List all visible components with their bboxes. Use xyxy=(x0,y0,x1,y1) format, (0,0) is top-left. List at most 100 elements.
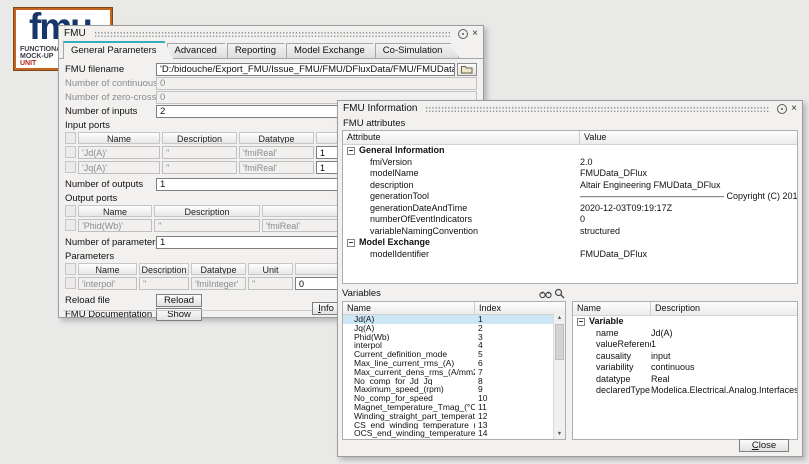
cell: 'Phid(Wb)' xyxy=(78,219,152,232)
variable-index: 2 xyxy=(475,324,565,333)
tree-item-row[interactable]: variabilitycontinuous xyxy=(573,362,797,374)
collapse-icon[interactable] xyxy=(347,239,355,247)
variable-row[interactable]: Winding_straight_part_temperature_(°C)12 xyxy=(343,412,565,421)
variable-row[interactable]: OCS_end_winding_temperature_(°C)14 xyxy=(343,429,565,438)
tree-item-row[interactable]: declaredTypeModelica.Electrical.Analog.I… xyxy=(573,385,797,397)
column-header: Description xyxy=(162,132,237,144)
variable-index: 8 xyxy=(475,377,565,386)
info-button[interactable]: Info xyxy=(312,302,340,315)
info-dialog-titlebar[interactable]: FMU Information × xyxy=(338,101,802,116)
variable-index: 1 xyxy=(475,315,565,324)
tree-group-row[interactable]: Variable xyxy=(573,316,797,328)
browse-button[interactable] xyxy=(457,63,477,76)
fmu-attributes-label: FMU attributes xyxy=(338,116,802,129)
variable-row[interactable]: Jd(A)1 xyxy=(343,315,565,324)
variable-row[interactable]: No_comp_for_Jd_Jq8 xyxy=(343,377,565,386)
group-label: Model Exchange xyxy=(359,237,430,248)
row-header xyxy=(65,219,76,231)
variable-row[interactable]: No_comp_for_speed10 xyxy=(343,394,565,403)
variable-name: No_comp_for_speed xyxy=(343,394,475,403)
item-name: declaredType xyxy=(573,385,651,396)
column-header: Unit xyxy=(248,263,293,275)
variable-index: 4 xyxy=(475,341,565,350)
variable-row[interactable]: Max_current_dens_rms_(A/mm2)7 xyxy=(343,368,565,377)
variable-name: No_comp_for_Jd_Jq xyxy=(343,377,475,386)
variable-name: Rotor_initial_position_(deg) xyxy=(343,438,475,440)
titlebar-drag-dots xyxy=(94,30,450,37)
tab-co-simulation[interactable]: Co-Simulation xyxy=(375,43,460,58)
item-name: generationDateAndTime xyxy=(343,203,580,214)
search-icon[interactable] xyxy=(552,288,566,299)
reload-button[interactable]: Reload xyxy=(156,294,202,307)
variable-name: Current_definition_mode xyxy=(343,350,475,359)
item-value: continuous xyxy=(651,362,797,373)
zero-crossing-label: Number of zero-crossing surfaces. xyxy=(65,92,156,103)
tree-item-row[interactable]: modelNameFMUData_DFlux xyxy=(343,168,797,180)
column-header: Datatype xyxy=(191,263,246,275)
collapse-icon[interactable] xyxy=(577,318,585,326)
tab-model-exchange[interactable]: Model Exchange xyxy=(286,43,382,58)
help-icon[interactable] xyxy=(458,29,468,39)
tree-group-name: Model Exchange xyxy=(343,237,580,248)
scroll-up-icon[interactable]: ▲ xyxy=(554,314,565,323)
vertical-scrollbar[interactable]: ▲ ▼ xyxy=(553,314,565,439)
continuous-states-input: 0 xyxy=(156,77,477,90)
tree-item-row[interactable]: valueReference1 xyxy=(573,339,797,351)
num-outputs-label: Number of outputs xyxy=(65,179,156,190)
filename-input[interactable]: 'D:/bidouche/Export_FMU/Issue_FMU/FMU/DF… xyxy=(156,63,455,76)
variable-row[interactable]: Jq(A)2 xyxy=(343,324,565,333)
variable-name: Jq(A) xyxy=(343,324,475,333)
cell: '' xyxy=(248,277,293,290)
tab-advanced[interactable]: Advanced xyxy=(167,43,234,58)
close-icon[interactable]: × xyxy=(791,104,797,114)
variables-area: Name Index Jd(A)1Jq(A)2Phid(Wb)3interpol… xyxy=(342,301,798,440)
variable-index: 5 xyxy=(475,350,565,359)
tree-item-row[interactable]: nameJd(A) xyxy=(573,328,797,340)
close-icon[interactable]: × xyxy=(472,29,478,39)
variables-list-header: Name Index xyxy=(343,302,565,315)
tab-general-parameters[interactable]: General Parameters xyxy=(63,41,174,59)
cell: 'fmiInteger' xyxy=(191,277,246,290)
tab-reporting[interactable]: Reporting xyxy=(227,43,293,58)
tree-item-row[interactable]: modelIdentifierFMUData_DFlux xyxy=(343,249,797,261)
tree-item-row[interactable]: causalityinput xyxy=(573,351,797,363)
item-name: numberOfEventIndicators xyxy=(343,214,580,225)
variable-row[interactable]: CS_end_winding_temperature_(°C)13 xyxy=(343,421,565,430)
variable-row[interactable]: Current_definition_mode5 xyxy=(343,350,565,359)
variable-row[interactable]: interpol4 xyxy=(343,341,565,350)
tree-item-row[interactable]: datatypeReal xyxy=(573,374,797,386)
variables-list: Name Index Jd(A)1Jq(A)2Phid(Wb)3interpol… xyxy=(342,301,566,440)
folder-icon xyxy=(461,65,473,74)
variable-index: 11 xyxy=(475,403,565,412)
scroll-down-icon[interactable]: ▼ xyxy=(554,430,565,439)
tree-item-row[interactable]: generationDateAndTime2020-12-03T09:19:17… xyxy=(343,203,797,215)
tree-group-row[interactable]: Model Exchange xyxy=(343,237,797,249)
variable-row[interactable]: Max_line_current_rms_(A)6 xyxy=(343,359,565,368)
fmu-dialog-titlebar[interactable]: FMU × xyxy=(59,26,483,41)
item-value: Modelica.Electrical.Analog.Interfaces.Pi… xyxy=(651,385,797,396)
column-header: Description xyxy=(139,263,189,275)
close-button[interactable]: Close xyxy=(739,439,789,452)
tree-item-row[interactable]: descriptionAltair Engineering FMUData_DF… xyxy=(343,180,797,192)
find-icon[interactable] xyxy=(538,288,552,299)
cell: 'Jd(A)' xyxy=(78,146,160,159)
tree-item-row[interactable]: generationTool———————————————— Copyright… xyxy=(343,191,797,203)
help-icon[interactable] xyxy=(777,104,787,114)
column-header-value: Value xyxy=(580,131,797,144)
item-value: input xyxy=(651,351,797,362)
variable-row[interactable]: Magnet_temperature_Tmag_(°C)11 xyxy=(343,403,565,412)
collapse-icon[interactable] xyxy=(347,147,355,155)
variable-name: Winding_straight_part_temperature_(°C) xyxy=(343,412,475,421)
tree-group-row[interactable]: General Information xyxy=(343,145,797,157)
scrollbar-thumb[interactable] xyxy=(555,324,564,360)
tree-item-row[interactable]: numberOfEventIndicators0 xyxy=(343,214,797,226)
variable-row[interactable]: Phid(Wb)3 xyxy=(343,333,565,342)
corner-header xyxy=(65,263,76,275)
item-name: modelIdentifier xyxy=(343,249,580,260)
variable-row[interactable]: Rotor_initial_position_(deg)15 xyxy=(343,438,565,440)
column-header: Name xyxy=(78,263,137,275)
tree-item-row[interactable]: fmiVersion2.0 xyxy=(343,157,797,169)
variables-label: Variables xyxy=(342,288,538,299)
tree-item-row[interactable]: variableNamingConventionstructured xyxy=(343,226,797,238)
variable-row[interactable]: Maximum_speed_(rpm)9 xyxy=(343,385,565,394)
